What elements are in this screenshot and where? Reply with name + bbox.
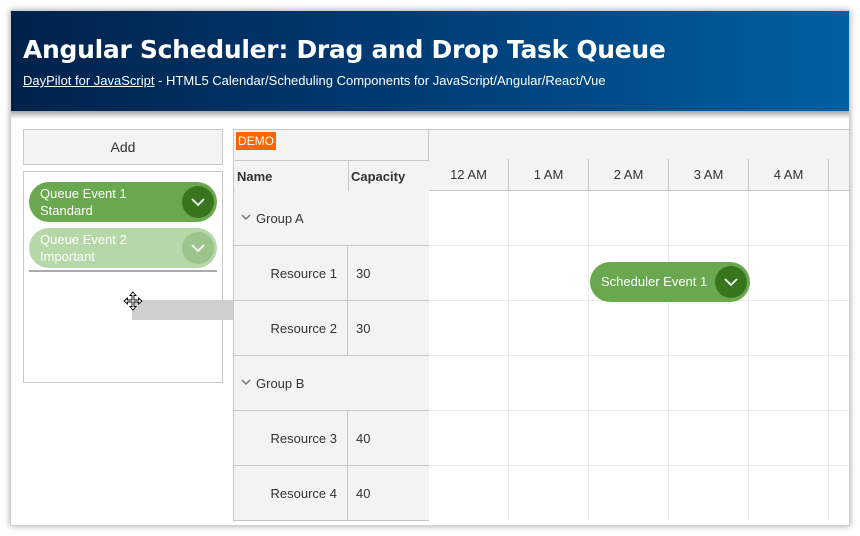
resource-tree: Group A Resource 1 30 Resource 2 30 Grou… <box>233 191 429 521</box>
resource-name: Resource 2 <box>234 301 348 355</box>
resource-name: Resource 3 <box>234 411 348 465</box>
timeline-header-hours: 12 AM 1 AM 2 AM 3 AM 4 AM <box>429 159 849 191</box>
resource-capacity: 40 <box>356 431 371 446</box>
subtitle-text: - HTML5 Calendar/Scheduling Components f… <box>154 73 606 88</box>
page-header: Angular Scheduler: Drag and Drop Task Qu… <box>11 11 849 119</box>
page-subtitle: DayPilot for JavaScript - HTML5 Calendar… <box>23 73 606 88</box>
grid-line <box>828 191 829 521</box>
chevron-down-icon <box>191 244 205 253</box>
timeline-hour: 1 AM <box>509 159 589 190</box>
grid-line <box>429 245 849 246</box>
resource-row[interactable]: Resource 2 30 <box>234 301 429 356</box>
scheduler-grid[interactable] <box>429 191 849 521</box>
expand-chevron-icon[interactable] <box>240 376 252 388</box>
resource-row[interactable]: Resource 1 30 <box>234 246 429 301</box>
grid-line <box>508 191 509 521</box>
scheduler-event[interactable]: Scheduler Event 1 <box>590 262 750 302</box>
move-cursor-icon <box>123 291 143 311</box>
demo-badge: DEMO <box>236 132 276 150</box>
group-label: Group A <box>256 211 304 226</box>
resource-group-row[interactable]: Group B <box>234 356 429 411</box>
resource-capacity: 40 <box>356 486 371 501</box>
resource-capacity: 30 <box>356 266 371 281</box>
resource-group-row[interactable]: Group A <box>234 191 429 246</box>
grid-line <box>429 465 849 466</box>
timeline-hour: 4 AM <box>749 159 829 190</box>
grid-line <box>748 191 749 521</box>
timeline-hour: 3 AM <box>669 159 749 190</box>
task-queue: Queue Event 1 Standard Queue Event 2 Imp… <box>23 171 223 383</box>
event-menu-button[interactable] <box>715 266 747 298</box>
resource-name: Resource 1 <box>234 246 348 300</box>
add-button[interactable]: Add <box>23 129 223 165</box>
queue-item-menu-button[interactable] <box>182 186 214 218</box>
grid-line <box>668 191 669 521</box>
grid-line <box>429 355 849 356</box>
page-title: Angular Scheduler: Drag and Drop Task Qu… <box>23 35 666 64</box>
queue-item-menu-button[interactable] <box>182 232 214 264</box>
chevron-down-icon <box>724 278 738 287</box>
app-frame: Angular Scheduler: Drag and Drop Task Qu… <box>10 10 850 526</box>
queue-item[interactable]: Queue Event 2 Important <box>29 228 217 268</box>
drag-shadow <box>132 300 235 320</box>
drop-position-indicator <box>29 270 217 272</box>
grid-line <box>588 191 589 521</box>
scheduler: DEMO Name Capacity 12 AM 1 AM 2 AM 3 AM … <box>233 129 849 521</box>
scheduler-corner: DEMO Name Capacity <box>233 129 429 192</box>
timeline-header-top <box>429 129 849 160</box>
resource-name: Resource 4 <box>234 466 348 520</box>
resource-capacity: 30 <box>356 321 371 336</box>
resource-row[interactable]: Resource 3 40 <box>234 411 429 466</box>
resource-row[interactable]: Resource 4 40 <box>234 466 429 521</box>
chevron-down-icon <box>191 198 205 207</box>
event-text: Scheduler Event 1 <box>601 274 708 289</box>
daypilot-link[interactable]: DayPilot for JavaScript <box>23 73 155 88</box>
expand-chevron-icon[interactable] <box>240 211 252 223</box>
queue-item[interactable]: Queue Event 1 Standard <box>29 182 217 222</box>
column-header-name[interactable]: Name <box>235 160 349 192</box>
timeline-hour: 2 AM <box>589 159 669 190</box>
column-header-capacity[interactable]: Capacity <box>349 160 429 192</box>
grid-line <box>429 410 849 411</box>
timeline-hour: 12 AM <box>429 159 509 190</box>
group-label: Group B <box>256 376 305 391</box>
